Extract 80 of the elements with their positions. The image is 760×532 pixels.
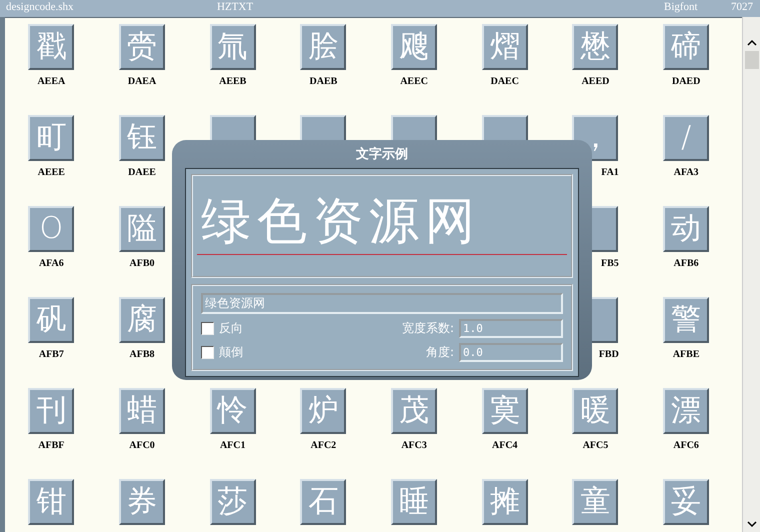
- glyph-tile[interactable]: 戳: [28, 24, 74, 70]
- glyph-code: AFB6: [674, 258, 699, 269]
- checkbox-label: 颠倒: [219, 344, 243, 361]
- number-input-field[interactable]: 1.0: [459, 319, 563, 338]
- glyph-tile[interactable]: 钳: [28, 479, 74, 525]
- glyph-code: AFC4: [492, 440, 518, 451]
- glyph-tile[interactable]: 券: [119, 479, 166, 525]
- glyph-code: AEEB: [219, 76, 246, 87]
- glyph-code: FA1: [601, 167, 619, 178]
- glyph-code: DAEA: [128, 76, 156, 87]
- glyph-tile[interactable]: 石: [300, 479, 346, 525]
- glyph-code: AFC0: [129, 440, 155, 451]
- text-input-field[interactable]: 绿色资源网: [201, 293, 563, 314]
- scroll-down-icon[interactable]: [746, 520, 756, 528]
- scrollbar[interactable]: [742, 17, 760, 532]
- glyph-tile[interactable]: 腐: [119, 297, 166, 343]
- glyph-tile[interactable]: 町: [28, 115, 74, 161]
- field-label: 角度:: [426, 344, 454, 361]
- glyph-code: AFB0: [130, 258, 155, 269]
- glyph-tile[interactable]: 妥: [663, 479, 710, 525]
- glyph-code: DAEB: [310, 76, 338, 87]
- glyph-code: FBD: [598, 349, 619, 360]
- glyph-tile[interactable]: 蜡: [119, 388, 166, 434]
- checkbox[interactable]: [201, 346, 214, 359]
- glyph-tile[interactable]: 钰: [119, 115, 166, 161]
- number-input-field[interactable]: 0.0: [459, 343, 563, 362]
- field-label: 宽度系数:: [402, 320, 454, 337]
- scroll-up-icon[interactable]: [746, 39, 756, 47]
- glyph-code: AFA6: [38, 258, 64, 269]
- glyph-tile[interactable]: 脍: [300, 24, 346, 70]
- glyph-tile[interactable]: 懋: [572, 24, 618, 70]
- glyph-tile[interactable]: 警: [663, 297, 710, 343]
- glyph-tile[interactable]: 隘: [119, 206, 166, 252]
- glyph-tile[interactable]: 熠: [482, 24, 528, 70]
- glyph-count: 7027: [731, 1, 753, 13]
- glyph-code: AFBE: [672, 349, 700, 360]
- preview-text: 绿色资源网: [201, 191, 481, 252]
- glyph-tile[interactable]: O: [28, 206, 74, 252]
- glyph-tile[interactable]: 暖: [572, 388, 618, 434]
- glyph-tile[interactable]: 炉: [300, 388, 346, 434]
- glyph-tile[interactable]: 赍: [119, 24, 166, 70]
- glyph-code: AFB8: [130, 349, 155, 360]
- font-type: HZTXT: [217, 1, 254, 13]
- checkbox-label: 反向: [219, 320, 243, 337]
- glyph-tile[interactable]: 刊: [28, 388, 74, 434]
- glyph-code: AEEA: [37, 76, 66, 87]
- glyph-code: DAED: [672, 76, 700, 87]
- glyph-tile[interactable]: 怜: [210, 388, 256, 434]
- glyph-tile[interactable]: 矾: [28, 297, 74, 343]
- checkbox[interactable]: [201, 322, 214, 335]
- glyph-code: DAEC: [490, 76, 519, 87]
- glyph-tile[interactable]: 氚: [210, 24, 256, 70]
- glyph-tile[interactable]: 童: [572, 479, 618, 525]
- glyph-code: AFC5: [582, 440, 608, 451]
- scroll-thumb[interactable]: [744, 51, 758, 69]
- glyph-tile[interactable]: 动: [663, 206, 710, 252]
- glyph-code: AFC1: [220, 440, 246, 451]
- dialog-title: 文字示例: [356, 146, 408, 164]
- glyph-code: AFC3: [401, 440, 427, 451]
- glyph-code: AFA3: [674, 167, 699, 178]
- glyph-code: DAEE: [128, 167, 156, 178]
- glyph-code: AEEE: [38, 167, 65, 178]
- file-name: designcode.shx: [6, 1, 74, 13]
- font-kind: Bigfont: [664, 1, 698, 13]
- glyph-tile[interactable]: 莎: [210, 479, 256, 525]
- glyph-code: AFBF: [38, 440, 64, 451]
- glyph-code: AEEC: [400, 76, 428, 87]
- glyph-tile[interactable]: 摊: [482, 479, 528, 525]
- glyph-tile[interactable]: /: [663, 115, 710, 161]
- glyph-tile[interactable]: 碲: [663, 24, 710, 70]
- glyph-tile[interactable]: 茂: [391, 388, 438, 434]
- glyph-tile[interactable]: 漂: [663, 388, 710, 434]
- glyph-code: AFC6: [673, 440, 699, 451]
- glyph-code: AEED: [582, 76, 610, 87]
- glyph-tile[interactable]: 寞: [482, 388, 528, 434]
- glyph-tile[interactable]: 睡: [391, 479, 438, 525]
- glyph-tile[interactable]: 飕: [391, 24, 438, 70]
- glyph-code: AFC2: [310, 440, 336, 451]
- glyph-code: AFB7: [38, 349, 64, 360]
- glyph-code: FB5: [601, 258, 619, 269]
